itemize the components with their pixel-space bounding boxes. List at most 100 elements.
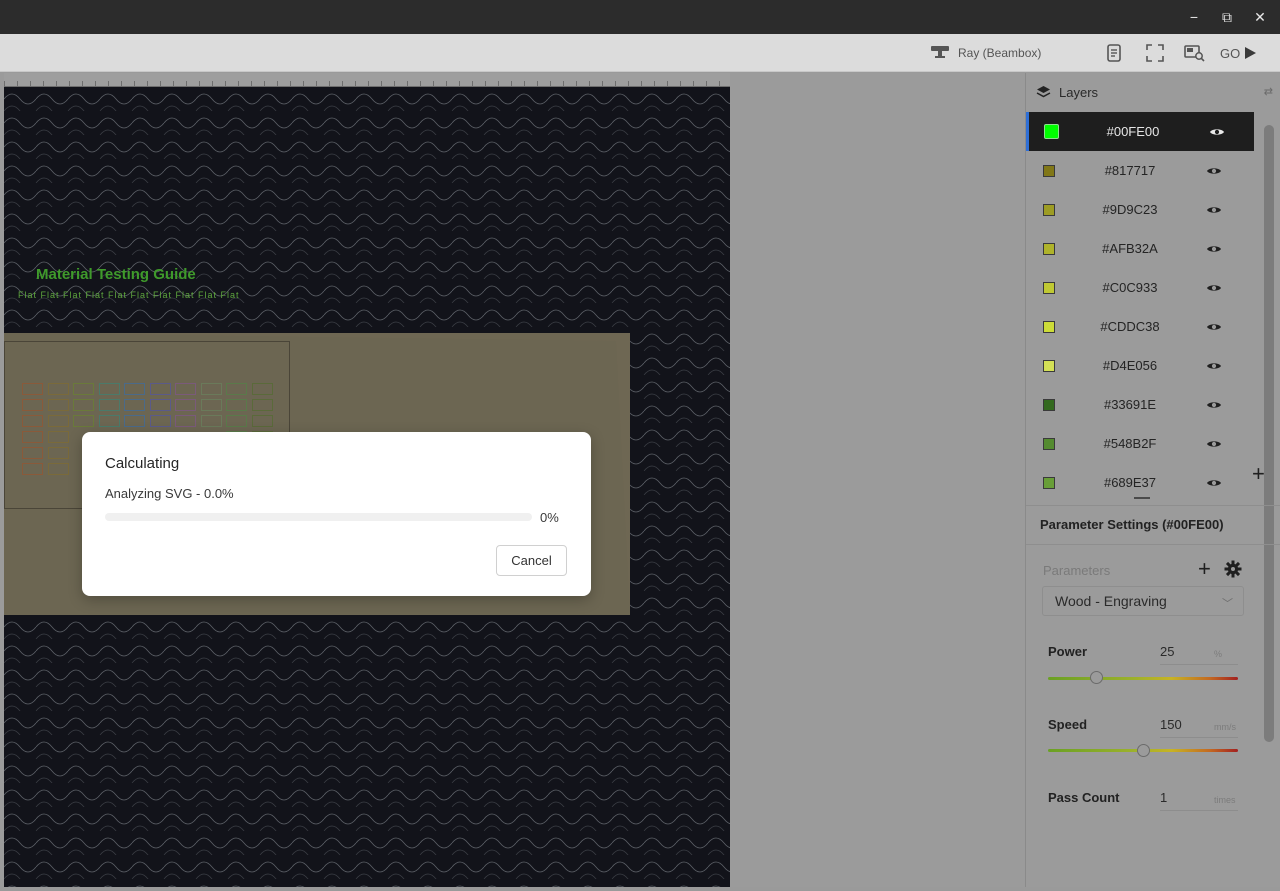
test-grid-cell bbox=[251, 383, 273, 395]
test-grid-cell bbox=[251, 399, 273, 411]
preset-select[interactable]: Wood - Engraving ﹀ bbox=[1042, 586, 1244, 616]
add-preset-button[interactable]: + bbox=[1198, 558, 1211, 580]
layer-color-swatch[interactable] bbox=[1043, 398, 1055, 411]
title-bar: − ⧉ ✕ bbox=[0, 0, 1280, 34]
eye-icon[interactable] bbox=[1209, 127, 1225, 137]
speed-unit: mm/s bbox=[1214, 722, 1236, 732]
power-unit: % bbox=[1214, 649, 1223, 659]
layer-item[interactable]: #817717 bbox=[1026, 151, 1254, 190]
document-settings-button[interactable] bbox=[1103, 43, 1125, 63]
eye-icon[interactable] bbox=[1206, 322, 1222, 332]
layer-panel-toggle-icon[interactable]: ⇄ bbox=[1264, 85, 1273, 98]
layer-item[interactable]: #9D9C23 bbox=[1026, 190, 1254, 229]
eye-icon[interactable] bbox=[1206, 166, 1222, 176]
gear-icon[interactable] bbox=[1224, 560, 1242, 578]
test-grid-cell bbox=[22, 415, 43, 427]
eye-icon[interactable] bbox=[1206, 361, 1222, 371]
power-slider-handle[interactable] bbox=[1089, 671, 1103, 684]
test-grid-cell bbox=[251, 415, 273, 427]
test-grid-cell bbox=[124, 415, 145, 427]
right-panel: Layers ⇄ #00FE00 #817717 #9D9C23 #AFB32A #C0… bbox=[1025, 73, 1280, 887]
calculating-dialog: Calculating Analyzing SVG - 0.0% 0% Canc… bbox=[82, 432, 591, 596]
layer-name: #D4E056 bbox=[1102, 358, 1158, 373]
test-grid-cell bbox=[47, 447, 69, 459]
preview-search-icon bbox=[1184, 45, 1205, 62]
layer-color-swatch[interactable] bbox=[1043, 242, 1055, 255]
layer-color-swatch[interactable] bbox=[1043, 476, 1055, 489]
board-title: Material Testing Guide bbox=[36, 266, 196, 283]
layer-item[interactable]: #CDDC38 bbox=[1026, 307, 1254, 346]
layer-item[interactable]: #548B2F bbox=[1026, 424, 1254, 463]
layer-item[interactable]: #00FE00 bbox=[1026, 112, 1254, 151]
layer-item[interactable]: #33691E bbox=[1026, 385, 1254, 424]
test-grid-cell bbox=[22, 431, 43, 443]
test-grid-cell bbox=[175, 399, 196, 411]
frame-button[interactable] bbox=[1144, 43, 1166, 63]
progress-percent: 0% bbox=[540, 510, 559, 525]
test-grid-cell bbox=[47, 431, 69, 443]
close-button[interactable]: ✕ bbox=[1243, 0, 1277, 34]
restore-icon: ⧉ bbox=[1222, 8, 1232, 25]
layer-color-swatch[interactable] bbox=[1044, 124, 1059, 139]
layer-item[interactable]: #689E37 bbox=[1026, 463, 1254, 492]
layer-color-swatch[interactable] bbox=[1043, 203, 1055, 216]
go-button[interactable]: GO bbox=[1220, 43, 1257, 63]
layer-item[interactable]: #AFB32A bbox=[1026, 229, 1254, 268]
layer-list: #00FE00 #817717 #9D9C23 #AFB32A #C0C933 #CDDC… bbox=[1026, 112, 1254, 492]
test-grid-cell bbox=[226, 415, 247, 427]
layer-name: #AFB32A bbox=[1102, 241, 1158, 256]
canvas-margin bbox=[730, 73, 1025, 887]
test-grid-cell bbox=[22, 399, 43, 411]
eye-icon[interactable] bbox=[1206, 244, 1222, 254]
laser-machine-icon bbox=[931, 46, 949, 58]
preset-value: Wood - Engraving bbox=[1055, 593, 1167, 609]
board-column-header: Flat Flat Flat Flat Flat Flat Flat Flat … bbox=[18, 290, 240, 300]
layer-color-swatch[interactable] bbox=[1043, 437, 1055, 450]
pass-count-unit: times bbox=[1214, 795, 1236, 805]
dialog-status: Analyzing SVG - 0.0% bbox=[105, 486, 234, 501]
eye-icon[interactable] bbox=[1206, 400, 1222, 410]
power-input[interactable]: 25 bbox=[1160, 644, 1238, 665]
horizontal-ruler bbox=[4, 73, 730, 87]
dialog-title: Calculating bbox=[105, 455, 180, 472]
speed-slider-handle[interactable] bbox=[1137, 744, 1150, 757]
eye-icon[interactable] bbox=[1206, 283, 1222, 293]
eye-icon[interactable] bbox=[1206, 205, 1222, 215]
layer-name: #9D9C23 bbox=[1102, 202, 1158, 217]
test-grid-cell bbox=[73, 415, 94, 427]
layer-color-swatch[interactable] bbox=[1043, 164, 1055, 177]
layer-color-swatch[interactable] bbox=[1043, 359, 1055, 372]
layer-color-swatch[interactable] bbox=[1043, 281, 1055, 294]
layer-color-swatch[interactable] bbox=[1043, 320, 1055, 333]
add-layer-button[interactable]: + bbox=[1252, 463, 1265, 485]
layer-name: #817717 bbox=[1104, 163, 1156, 178]
minimize-icon: − bbox=[1189, 9, 1199, 25]
power-slider[interactable] bbox=[1048, 677, 1238, 680]
eye-icon[interactable] bbox=[1206, 439, 1222, 449]
device-selector[interactable]: Ray (Beambox) bbox=[930, 43, 1041, 63]
layer-name: #689E37 bbox=[1103, 475, 1157, 490]
eye-icon[interactable] bbox=[1206, 478, 1222, 488]
speed-value: 150 bbox=[1160, 717, 1182, 732]
test-grid-cell bbox=[73, 399, 94, 411]
path-preview-button[interactable] bbox=[1184, 43, 1206, 63]
test-grid-cell bbox=[22, 447, 43, 459]
restore-button[interactable]: ⧉ bbox=[1210, 0, 1244, 34]
panel-resize-handle[interactable] bbox=[1134, 497, 1150, 499]
layer-scrollbar-thumb[interactable] bbox=[1264, 125, 1274, 742]
layer-item[interactable]: #C0C933 bbox=[1026, 268, 1254, 307]
layer-item[interactable]: #D4E056 bbox=[1026, 346, 1254, 385]
minimize-button[interactable]: − bbox=[1177, 0, 1211, 34]
chevron-down-icon: ﹀ bbox=[1222, 598, 1233, 610]
test-grid-cell bbox=[47, 415, 69, 427]
play-icon bbox=[1245, 47, 1257, 59]
test-grid-cell bbox=[149, 383, 171, 395]
cancel-button[interactable]: Cancel bbox=[496, 545, 567, 576]
speed-label: Speed bbox=[1048, 717, 1088, 732]
test-grid-cell bbox=[22, 463, 43, 475]
frame-icon bbox=[1146, 44, 1164, 62]
test-grid-cell bbox=[98, 415, 120, 427]
test-grid-cell bbox=[98, 383, 120, 395]
test-grid-cell bbox=[124, 383, 145, 395]
test-grid-cell bbox=[200, 383, 222, 395]
